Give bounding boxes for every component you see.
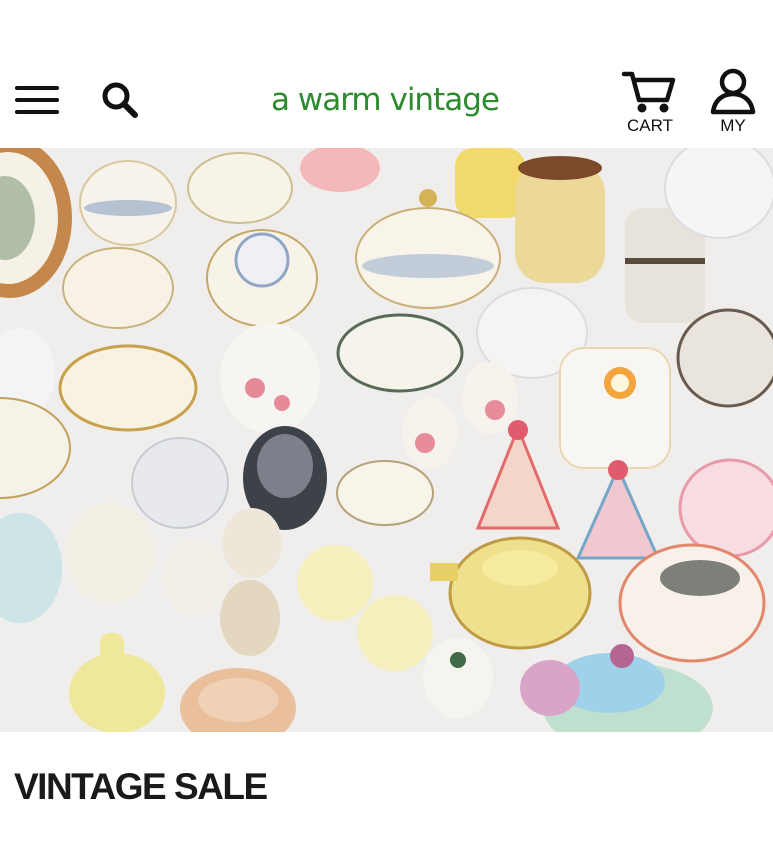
menu-button[interactable] [12, 80, 62, 120]
account-label: MY [720, 116, 746, 135]
cart-icon [621, 71, 676, 113]
cart-label: CART [627, 116, 673, 135]
hero-banner-image[interactable] [0, 148, 773, 732]
cart-button[interactable]: CART [620, 68, 680, 134]
user-icon [710, 68, 756, 115]
search-button[interactable] [98, 78, 142, 122]
site-header: a warm vintage CART MY [0, 58, 773, 148]
menu-bar [15, 98, 59, 102]
search-icon [102, 82, 138, 118]
section-title: VINTAGE SALE [14, 766, 268, 807]
site-logo[interactable]: a warm vintage [230, 82, 540, 118]
menu-bar [15, 86, 59, 90]
vintage-tableware-photo [0, 148, 773, 732]
account-button[interactable]: MY [705, 68, 761, 134]
menu-bar [15, 110, 59, 114]
